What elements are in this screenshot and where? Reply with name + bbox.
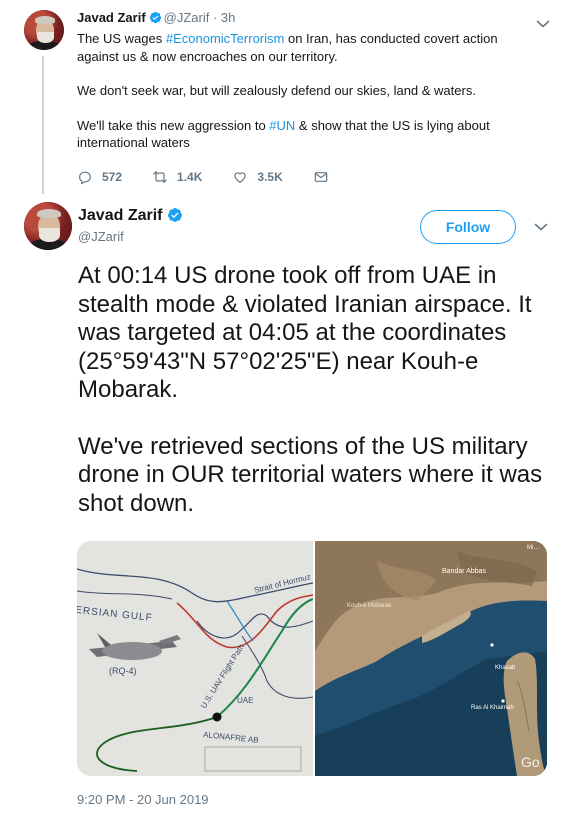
satellite-map-image[interactable]: Bandar Abbas Kouh-e Mobarak Khasab Ras A…	[315, 541, 547, 776]
tweet-paragraph-3: We'll take this new aggression to #UN & …	[77, 117, 543, 152]
retweet-icon	[153, 171, 167, 183]
reply-count: 572	[102, 170, 123, 184]
tweet-actions: 572 1.4K 3.5K	[77, 167, 368, 187]
author-name[interactable]: Javad Zarif	[78, 207, 162, 224]
corner-label: Mi…	[527, 545, 539, 551]
bandar-abbas-label: Bandar Abbas	[442, 568, 486, 575]
tweet-text: At 00:14 US drone took off from UAE in s…	[78, 262, 558, 546]
retweet-button[interactable]: 1.4K	[152, 169, 202, 185]
chevron-down-icon[interactable]	[536, 19, 550, 29]
tweet-paragraph-1: At 00:14 US drone took off from UAE in s…	[78, 262, 532, 403]
parent-tweet[interactable]: Javad Zarif @JZarif · 3h The US wages #Ec…	[0, 0, 568, 196]
thread-connector-line	[42, 56, 44, 194]
author-handle[interactable]: @JZarif	[78, 229, 124, 244]
tweet-paragraph-2: We don't seek war, but will zealously de…	[77, 82, 543, 100]
tweet-paragraph-1: The US wages #EconomicTerrorism on Iran,…	[77, 30, 543, 65]
tweet-media[interactable]: Strait of Hormuz ERSIAN GULF (RQ-4) U.S.…	[77, 541, 547, 776]
author-name-row[interactable]: Javad Zarif	[78, 207, 185, 225]
handle-and-time[interactable]: @JZarif · 3h	[164, 10, 236, 25]
follow-button[interactable]: Follow	[420, 210, 516, 244]
tweet-header: Javad Zarif @JZarif · 3h	[77, 10, 235, 26]
tweet-timestamp[interactable]: 9:20 PM - 20 Jun 2019	[77, 792, 209, 807]
chevron-down-icon[interactable]	[534, 222, 548, 232]
tweet-text: The US wages #EconomicTerrorism on Iran,…	[77, 30, 543, 169]
text-segment: We don't seek war, but will zealously de…	[77, 83, 476, 98]
verified-badge-icon	[168, 208, 183, 222]
uae-label: UAE	[237, 696, 253, 705]
hashtag-link[interactable]: #EconomicTerrorism	[166, 31, 284, 46]
reply-button[interactable]: 572	[77, 169, 122, 185]
hand-drawn-map-image[interactable]: Strait of Hormuz ERSIAN GULF (RQ-4) U.S.…	[77, 541, 314, 776]
direct-message-button[interactable]	[313, 169, 338, 185]
reply-icon	[79, 171, 91, 185]
heart-icon	[234, 172, 246, 183]
google-logo: Go	[521, 754, 540, 770]
text-segment: We'll take this new aggression to	[77, 117, 270, 133]
rq4-label: (RQ-4)	[109, 666, 137, 676]
khasab-label: Khasab	[495, 665, 516, 671]
like-button[interactable]: 3.5K	[232, 169, 283, 185]
kouh-mobarak-label: Kouh-e Mobarak	[347, 603, 392, 609]
avatar[interactable]	[24, 202, 72, 250]
verified-badge-icon	[149, 11, 161, 24]
retweet-count: 1.4K	[177, 170, 203, 184]
envelope-icon	[314, 172, 328, 182]
text-segment: The US wages	[77, 31, 166, 46]
author-name[interactable]: Javad Zarif	[77, 10, 146, 25]
hashtag-link[interactable]: #UN	[269, 118, 295, 133]
avatar[interactable]	[24, 10, 64, 50]
tweet-paragraph-2: We've retrieved sections of the US milit…	[78, 432, 543, 517]
like-count: 3.5K	[257, 170, 283, 184]
ras-al-khaimah-label: Ras Al Khaimah	[471, 705, 514, 711]
